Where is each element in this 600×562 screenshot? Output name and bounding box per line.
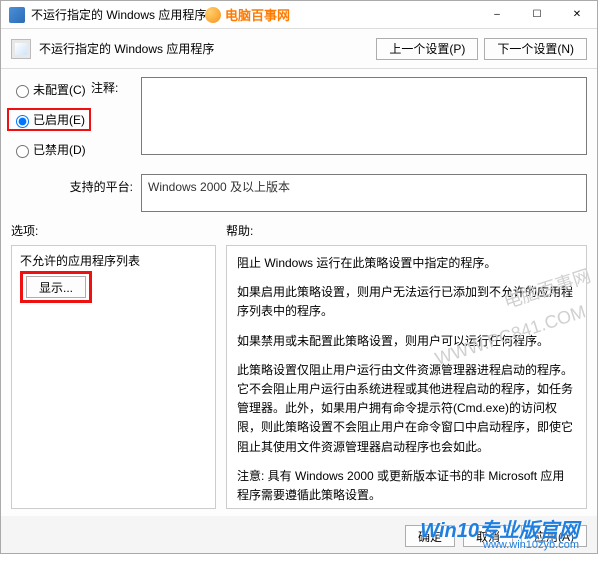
- app-icon: [9, 7, 25, 23]
- maximize-button[interactable]: ☐: [517, 1, 557, 29]
- show-button-highlight: 显示...: [20, 271, 92, 303]
- prev-setting-button[interactable]: 上一个设置(P): [376, 38, 478, 60]
- dialog-footer: 确定 取消 应用(A): [405, 525, 587, 547]
- minimize-button[interactable]: –: [477, 1, 517, 29]
- policy-icon: [11, 39, 31, 59]
- radio-disabled-input[interactable]: [16, 145, 29, 158]
- radio-not-configured-label: 未配置(C): [33, 81, 86, 98]
- close-button[interactable]: ✕: [557, 1, 597, 29]
- radio-enabled-label: 已启用(E): [33, 111, 85, 128]
- radio-disabled[interactable]: 已禁用(D): [11, 141, 91, 158]
- state-radio-group: 未配置(C) 已启用(E) 已禁用(D): [11, 77, 91, 168]
- ok-button[interactable]: 确定: [405, 525, 455, 547]
- help-p5: 注意: 具有 Windows 2000 或更新版本证书的非 Microsoft …: [237, 467, 576, 505]
- show-button[interactable]: 显示...: [26, 276, 86, 298]
- help-label: 帮助:: [226, 222, 587, 239]
- help-p1: 阻止 Windows 运行在此策略设置中指定的程序。: [237, 254, 576, 273]
- radio-not-configured[interactable]: 未配置(C): [11, 81, 91, 98]
- radio-enabled-input[interactable]: [16, 115, 29, 128]
- remark-label: 注释:: [91, 77, 141, 155]
- radio-enabled[interactable]: 已启用(E): [7, 108, 91, 131]
- titlebar: 不运行指定的 Windows 应用程序 – ☐ ✕: [1, 1, 597, 29]
- help-p2: 如果启用此策略设置，则用户无法运行已添加到不允许的应用程序列表中的程序。: [237, 283, 576, 321]
- disallowed-list-label: 不允许的应用程序列表: [20, 254, 140, 268]
- dialog-body: 未配置(C) 已启用(E) 已禁用(D) 注释: 支持的平台: Windows …: [1, 69, 597, 516]
- radio-disabled-label: 已禁用(D): [33, 141, 86, 158]
- options-label: 选项:: [11, 222, 216, 239]
- header-bar: 不运行指定的 Windows 应用程序 上一个设置(P) 下一个设置(N): [1, 29, 597, 69]
- remark-textbox[interactable]: [141, 77, 587, 155]
- options-panel: 不允许的应用程序列表 显示...: [11, 245, 216, 509]
- next-setting-button[interactable]: 下一个设置(N): [484, 38, 587, 60]
- help-p3: 如果禁用或未配置此策略设置，则用户可以运行任何程序。: [237, 332, 576, 351]
- radio-not-configured-input[interactable]: [16, 85, 29, 98]
- cancel-button[interactable]: 取消: [463, 525, 513, 547]
- help-p4: 此策略设置仅阻止用户运行由文件资源管理器进程启动的程序。它不会阻止用户运行由系统…: [237, 361, 576, 457]
- policy-editor-window: 电脑百事网 不运行指定的 Windows 应用程序 – ☐ ✕ 不运行指定的 W…: [0, 0, 598, 554]
- help-panel[interactable]: 阻止 Windows 运行在此策略设置中指定的程序。 如果启用此策略设置，则用户…: [226, 245, 587, 509]
- supported-on-box: Windows 2000 及以上版本 WWW.PC841.COM 电脑百事网: [141, 174, 587, 212]
- window-title: 不运行指定的 Windows 应用程序: [31, 6, 477, 23]
- supported-on-label: 支持的平台:: [11, 174, 141, 212]
- header-title: 不运行指定的 Windows 应用程序: [39, 40, 376, 57]
- apply-button[interactable]: 应用(A): [521, 525, 587, 547]
- supported-on-text: Windows 2000 及以上版本: [148, 180, 290, 194]
